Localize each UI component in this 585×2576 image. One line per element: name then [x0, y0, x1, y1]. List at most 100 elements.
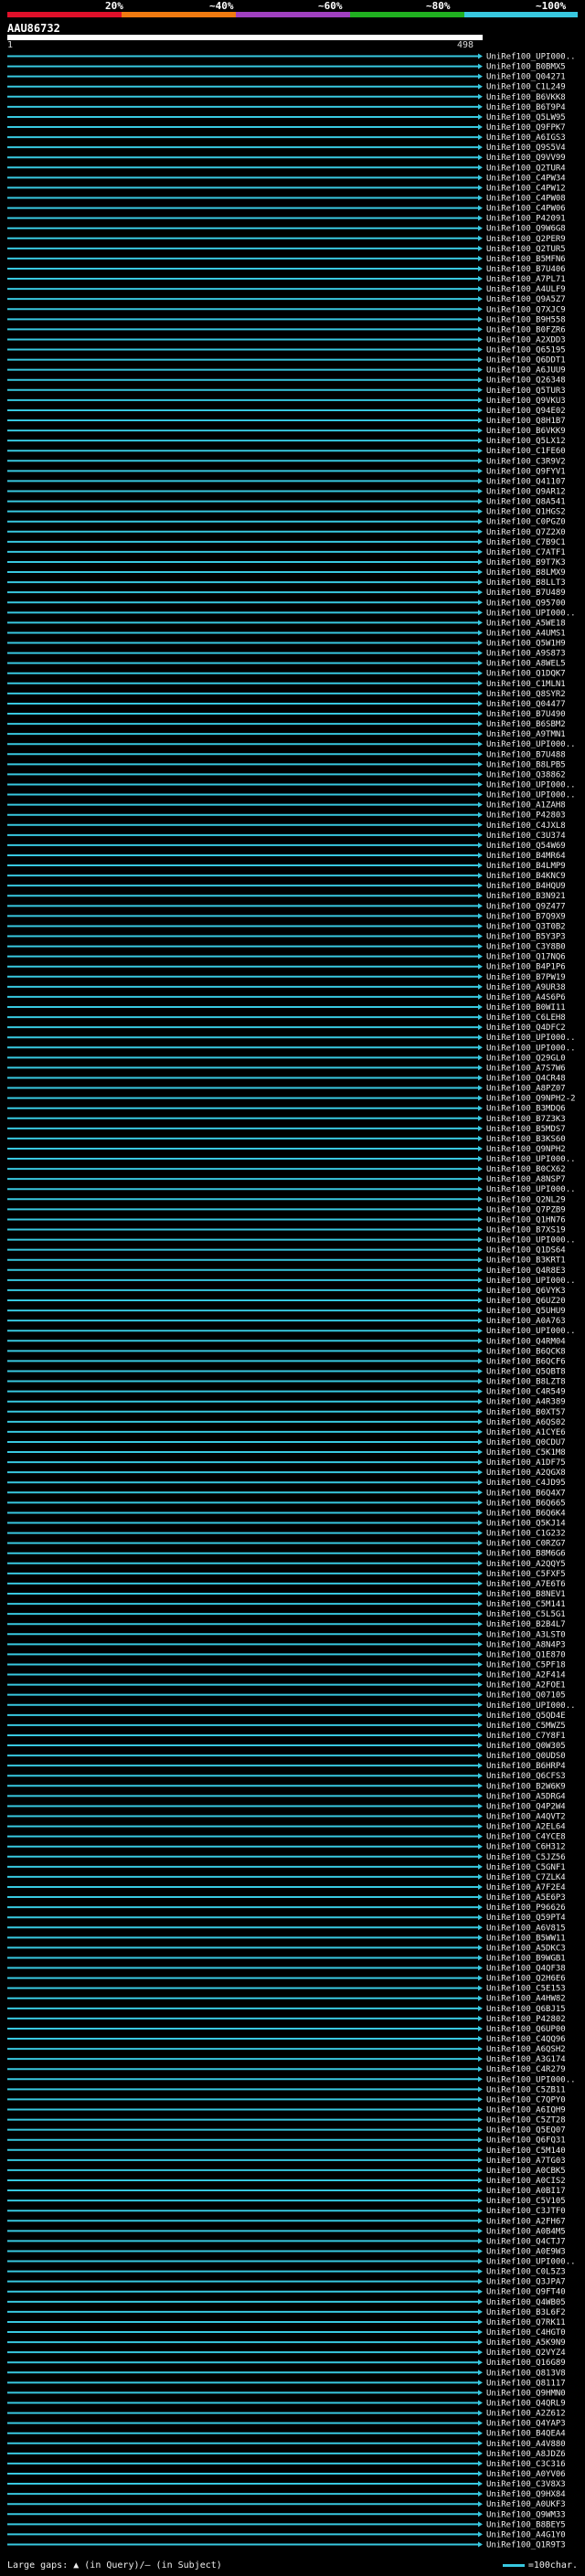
hit-label[interactable]: UniRef100_C4HGT0: [486, 2328, 566, 2337]
hit-label[interactable]: UniRef100_A0BI17: [486, 2187, 566, 2196]
hit-label[interactable]: UniRef100_Q9NPH2-2: [486, 1095, 576, 1104]
hit-label[interactable]: UniRef100_A0E9W3: [486, 2247, 566, 2256]
hit-label[interactable]: UniRef100_Q5EQ07: [486, 2126, 566, 2136]
hit-label[interactable]: UniRef100_C7ZLK4: [486, 1873, 566, 1882]
hit-label[interactable]: UniRef100_C5JZ56: [486, 1853, 566, 1862]
hit-label[interactable]: UniRef100_B4KNC9: [486, 872, 566, 881]
hit-label[interactable]: UniRef100_C5E153: [486, 1985, 566, 1994]
hit-label[interactable]: UniRef100_P42803: [486, 811, 566, 821]
hit-label[interactable]: UniRef100_UPI000..: [486, 609, 576, 618]
hit-label[interactable]: UniRef100_B7PW19: [486, 973, 566, 982]
hit-label[interactable]: UniRef100_Q0CDU7: [486, 1438, 566, 1447]
hit-label[interactable]: UniRef100_Q4YAP3: [486, 2420, 566, 2429]
hit-label[interactable]: UniRef100_A0UKF3: [486, 2500, 566, 2509]
hit-label[interactable]: UniRef100_A4R389: [486, 1398, 566, 1407]
hit-label[interactable]: UniRef100_C4PW06: [486, 205, 566, 214]
hit-label[interactable]: UniRef100_B8LMX9: [486, 568, 566, 578]
hit-label[interactable]: UniRef100_B8NEV1: [486, 1590, 566, 1599]
hit-label[interactable]: UniRef100_Q5TUR3: [486, 387, 566, 396]
hit-label[interactable]: UniRef100_C0L5Z3: [486, 2268, 566, 2277]
hit-label[interactable]: UniRef100_C5ZB11: [486, 2085, 566, 2094]
hit-label[interactable]: UniRef100_Q16G89: [486, 2359, 566, 2368]
hit-label[interactable]: UniRef100_Q2TUR5: [486, 245, 566, 254]
hit-label[interactable]: UniRef100_A5DKC3: [486, 1944, 566, 1953]
hit-label[interactable]: UniRef100_C5M141: [486, 1600, 566, 1609]
hit-label[interactable]: UniRef100_B6Q665: [486, 1499, 566, 1508]
hit-label[interactable]: UniRef100_A0CIS2: [486, 2177, 566, 2186]
hit-label[interactable]: UniRef100_B7Z3K3: [486, 1115, 566, 1124]
hit-label[interactable]: UniRef100_Q6CFS3: [486, 1772, 566, 1781]
hit-label[interactable]: UniRef100_C1MLN1: [486, 680, 566, 689]
hit-label[interactable]: UniRef100_Q9W6G8: [486, 225, 566, 234]
hit-label[interactable]: UniRef100_A0YV06: [486, 2470, 566, 2479]
hit-label[interactable]: UniRef100_A2EL64: [486, 1823, 566, 1832]
hit-label[interactable]: UniRef100_C5L5G1: [486, 1610, 566, 1619]
hit-label[interactable]: UniRef100_C0RZG7: [486, 1540, 566, 1549]
hit-label[interactable]: UniRef100_P42091: [486, 215, 566, 224]
hit-label[interactable]: UniRef100_Q6VYK3: [486, 1287, 566, 1296]
hit-label[interactable]: UniRef100_Q5KJ14: [486, 1520, 566, 1529]
hit-label[interactable]: UniRef100_A1ZAH8: [486, 801, 566, 811]
hit-label[interactable]: UniRef100_Q94E02: [486, 407, 566, 416]
hit-label[interactable]: UniRef100_UPI000..: [486, 1327, 576, 1336]
hit-label[interactable]: UniRef100_C5ZT28: [486, 2116, 566, 2125]
hit-label[interactable]: UniRef100_B0WI11: [486, 1003, 566, 1012]
hit-label[interactable]: UniRef100_A8JDZ6: [486, 2450, 566, 2459]
hit-label[interactable]: UniRef100_C5M140: [486, 2147, 566, 2156]
hit-label[interactable]: UniRef100_Q4CR48: [486, 1074, 566, 1083]
hit-label[interactable]: UniRef100_UPI000..: [486, 1236, 576, 1246]
hit-label[interactable]: UniRef100_C4PW12: [486, 184, 566, 193]
hit-label[interactable]: UniRef100_B7XS19: [486, 1226, 566, 1235]
hit-label[interactable]: UniRef100_Q9FYV1: [486, 467, 566, 476]
hit-label[interactable]: UniRef100_B4P1P6: [486, 963, 566, 972]
hit-label[interactable]: UniRef100_Q0UDS0: [486, 1752, 566, 1761]
hit-label[interactable]: UniRef100_A2FH67: [486, 2217, 566, 2226]
hit-label[interactable]: UniRef100_Q9A5Z7: [486, 295, 566, 304]
hit-label[interactable]: UniRef100_Q1HN76: [486, 1215, 566, 1224]
hit-label[interactable]: UniRef100_Q4WB05: [486, 2298, 566, 2307]
hit-label[interactable]: UniRef100_Q65195: [486, 346, 566, 355]
hit-label[interactable]: UniRef100_A7TG03: [486, 2157, 566, 2166]
hit-label[interactable]: UniRef100_A6V815: [486, 1924, 566, 1933]
hit-label[interactable]: UniRef100_A8WEL5: [486, 660, 566, 669]
hit-label[interactable]: UniRef100_A4ULF9: [486, 285, 566, 294]
hit-label[interactable]: UniRef100_UPI000..: [486, 1155, 576, 1164]
hit-label[interactable]: UniRef100_A0A763: [486, 1317, 566, 1326]
hit-label[interactable]: UniRef100_Q9VKU3: [486, 397, 566, 406]
hit-label[interactable]: UniRef100_Q7PZB9: [486, 1205, 566, 1214]
hit-label[interactable]: UniRef100_C3U374: [486, 832, 566, 841]
hit-label[interactable]: UniRef100_B3KS60: [486, 1135, 566, 1144]
hit-label[interactable]: UniRef100_A2QGX8: [486, 1468, 566, 1478]
hit-label[interactable]: UniRef100_UPI000..: [486, 1277, 576, 1286]
hit-label[interactable]: UniRef100_A7E6T6: [486, 1580, 566, 1589]
hit-label[interactable]: UniRef100_A4G1Y0: [486, 2530, 566, 2539]
hit-label[interactable]: UniRef100_C5FXF5: [486, 1570, 566, 1579]
hit-label[interactable]: UniRef100_Q4P2W4: [486, 1802, 566, 1811]
hit-label[interactable]: UniRef100_B4QEA4: [486, 2430, 566, 2439]
hit-label[interactable]: UniRef100_B7U490: [486, 710, 566, 719]
hit-label[interactable]: UniRef100_C4R279: [486, 2065, 566, 2074]
hit-label[interactable]: UniRef100_UPI000..: [486, 1701, 576, 1711]
hit-label[interactable]: UniRef100_C4PW08: [486, 194, 566, 203]
hit-label[interactable]: UniRef100_Q1DQK7: [486, 670, 566, 679]
hit-label[interactable]: UniRef100_B4HQU9: [486, 882, 566, 891]
hit-label[interactable]: UniRef100_UPI000..: [486, 791, 576, 800]
hit-label[interactable]: UniRef100_UPI000..: [486, 740, 576, 749]
hit-label[interactable]: UniRef100_C7ATF1: [486, 548, 566, 557]
hit-label[interactable]: UniRef100_UPI000..: [486, 780, 576, 790]
hit-label[interactable]: UniRef100_Q04271: [486, 73, 566, 82]
hit-label[interactable]: UniRef100_C3V8X3: [486, 2480, 566, 2489]
hit-label[interactable]: UniRef100_C4QQ96: [486, 2035, 566, 2044]
hit-label[interactable]: UniRef100_Q59PT4: [486, 1913, 566, 1923]
hit-label[interactable]: UniRef100_B7U488: [486, 750, 566, 759]
hit-label[interactable]: UniRef100_Q4RM04: [486, 1337, 566, 1346]
hit-label[interactable]: UniRef100_B8BEY5: [486, 2520, 566, 2529]
hit-label[interactable]: UniRef100_A6QSH2: [486, 2045, 566, 2054]
hit-label[interactable]: UniRef100_A5E6P3: [486, 1893, 566, 1903]
hit-label[interactable]: UniRef100_B5MDS7: [486, 1125, 566, 1134]
hit-label[interactable]: UniRef100_Q95700: [486, 599, 566, 608]
hit-label[interactable]: UniRef100_Q17NQ6: [486, 953, 566, 962]
hit-label[interactable]: UniRef100_C1G232: [486, 1530, 566, 1539]
hit-label[interactable]: UniRef100_C1FE60: [486, 447, 566, 456]
hit-label[interactable]: UniRef100_Q1R9T3: [486, 2540, 566, 2549]
